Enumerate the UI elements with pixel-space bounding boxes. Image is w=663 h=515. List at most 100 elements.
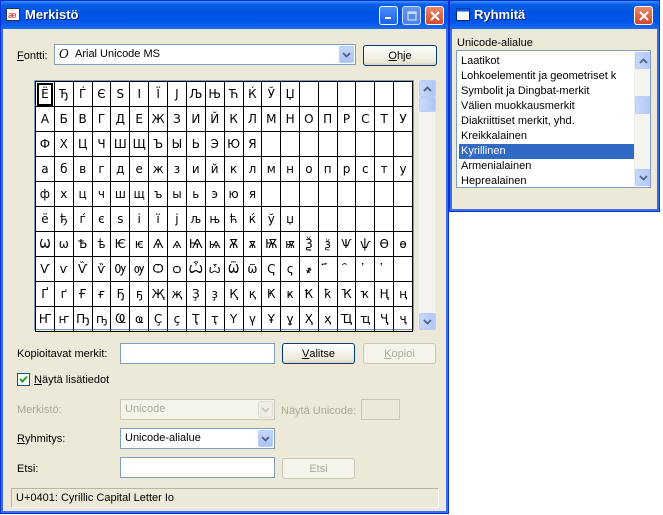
character-cell[interactable]: Ҡ: [336, 281, 357, 307]
group-list-item[interactable]: Heprealainen: [459, 174, 635, 187]
character-cell[interactable]: Њ: [204, 81, 225, 107]
title-bar[interactable]: æ Merkistö: [1, 1, 448, 29]
group-list-item[interactable]: Laatikot: [459, 54, 635, 69]
character-cell[interactable]: Ь: [185, 131, 206, 157]
character-cell[interactable]: Ѯ: [299, 231, 319, 257]
character-cell[interactable]: ѩ: [204, 231, 225, 257]
character-cell[interactable]: Ҭ: [185, 306, 206, 332]
character-cell[interactable]: ҭ: [204, 306, 225, 332]
character-cell[interactable]: І: [129, 81, 150, 107]
character-cell[interactable]: К: [223, 106, 244, 132]
character-cell[interactable]: Ҁ: [261, 256, 282, 282]
character-cell[interactable]: Ѭ: [261, 231, 282, 257]
character-cell[interactable]: О: [299, 106, 319, 132]
character-cell[interactable]: ҳ: [317, 306, 338, 332]
character-cell[interactable]: [374, 206, 395, 232]
character-cell[interactable]: ѫ: [242, 231, 263, 257]
character-cell[interactable]: Ѧ: [148, 231, 169, 257]
character-cell[interactable]: Ї: [148, 81, 169, 107]
character-cell[interactable]: р: [336, 156, 357, 182]
character-cell[interactable]: л: [242, 156, 263, 182]
character-cell[interactable]: ҃: [317, 256, 338, 282]
character-cell[interactable]: җ: [167, 281, 187, 307]
character-cell[interactable]: қ: [242, 281, 263, 307]
character-cell[interactable]: ђ: [53, 206, 74, 232]
character-cell[interactable]: Ѕ: [110, 81, 131, 107]
character-cell[interactable]: [374, 181, 395, 207]
scroll-up-button[interactable]: [419, 80, 436, 97]
character-cell[interactable]: [393, 131, 413, 157]
character-cell[interactable]: Ҟ: [299, 281, 319, 307]
character-cell[interactable]: ѵ: [53, 256, 74, 282]
character-cell[interactable]: ҷ: [393, 306, 413, 332]
character-cell[interactable]: Ђ: [53, 81, 74, 107]
character-cell[interactable]: э: [204, 181, 225, 207]
character-cell[interactable]: ж: [148, 156, 169, 182]
character-cell[interactable]: г: [91, 156, 112, 182]
character-cell[interactable]: ҆: [374, 256, 395, 282]
character-cell[interactable]: н: [280, 156, 300, 182]
character-cell[interactable]: џ: [280, 206, 300, 232]
character-cell[interactable]: Џ: [280, 81, 300, 107]
character-cell[interactable]: [317, 206, 338, 232]
character-cell[interactable]: Ж: [148, 106, 169, 132]
character-cell[interactable]: Ѥ: [110, 231, 131, 257]
scroll-thumb[interactable]: [419, 97, 436, 112]
character-cell[interactable]: а: [35, 156, 55, 182]
character-cell[interactable]: Ѳ: [374, 231, 395, 257]
character-cell[interactable]: Й: [204, 106, 225, 132]
character-cell[interactable]: ј: [167, 206, 187, 232]
character-cell[interactable]: Ш: [110, 131, 131, 157]
group-close-button[interactable]: [634, 6, 653, 25]
character-cell[interactable]: Г: [91, 106, 112, 132]
scroll-down-button[interactable]: [419, 313, 436, 330]
search-input[interactable]: [120, 457, 275, 478]
character-cell[interactable]: ѧ: [167, 231, 187, 257]
character-cell[interactable]: ҅: [355, 256, 376, 282]
character-cell[interactable]: М: [261, 106, 282, 132]
character-cell[interactable]: [299, 81, 319, 107]
character-cell[interactable]: е: [129, 156, 150, 182]
character-cell[interactable]: ї: [148, 206, 169, 232]
character-cell[interactable]: Т: [374, 106, 395, 132]
character-cell[interactable]: Ѵ: [35, 256, 55, 282]
character-cell[interactable]: [374, 81, 395, 107]
character-cell[interactable]: Ҵ: [336, 306, 357, 332]
character-cell[interactable]: [299, 131, 319, 157]
character-cell[interactable]: Ѣ: [72, 231, 93, 257]
character-cell[interactable]: Ы: [167, 131, 187, 157]
character-cell[interactable]: [374, 131, 395, 157]
character-cell[interactable]: љ: [185, 206, 206, 232]
character-cell[interactable]: Ё: [35, 81, 55, 107]
group-scroll-thumb[interactable]: [635, 96, 650, 114]
character-cell[interactable]: ъ: [148, 181, 169, 207]
close-button[interactable]: [425, 6, 444, 25]
character-cell[interactable]: ѻ: [167, 256, 187, 282]
character-cell[interactable]: Љ: [185, 81, 206, 107]
character-cell[interactable]: ћ: [223, 206, 244, 232]
character-cell[interactable]: [317, 131, 338, 157]
character-cell[interactable]: [336, 131, 357, 157]
character-cell[interactable]: Ҙ: [185, 281, 206, 307]
character-cell[interactable]: Ҝ: [261, 281, 282, 307]
character-cell[interactable]: [280, 181, 300, 207]
character-cell[interactable]: х: [53, 181, 74, 207]
character-cell[interactable]: Ң: [374, 281, 395, 307]
character-cell[interactable]: ҙ: [204, 281, 225, 307]
character-cell[interactable]: Ћ: [223, 81, 244, 107]
character-cell[interactable]: ш: [110, 181, 131, 207]
group-scroll-down-button[interactable]: [635, 169, 650, 186]
character-cell[interactable]: Ѽ: [185, 256, 206, 282]
character-cell[interactable]: [355, 81, 376, 107]
character-cell[interactable]: ҟ: [317, 281, 338, 307]
character-cell[interactable]: к: [223, 156, 244, 182]
group-by-select[interactable]: Unicode-alialue: [120, 428, 275, 449]
character-cell[interactable]: Щ: [129, 131, 150, 157]
character-cell[interactable]: [336, 81, 357, 107]
character-cell[interactable]: ч: [91, 181, 112, 207]
character-cell[interactable]: Ҥ: [35, 306, 55, 332]
character-cell[interactable]: Ў: [261, 81, 282, 107]
character-cell[interactable]: Җ: [148, 281, 169, 307]
character-cell[interactable]: Н: [280, 106, 300, 132]
character-cell[interactable]: Ф: [35, 131, 55, 157]
